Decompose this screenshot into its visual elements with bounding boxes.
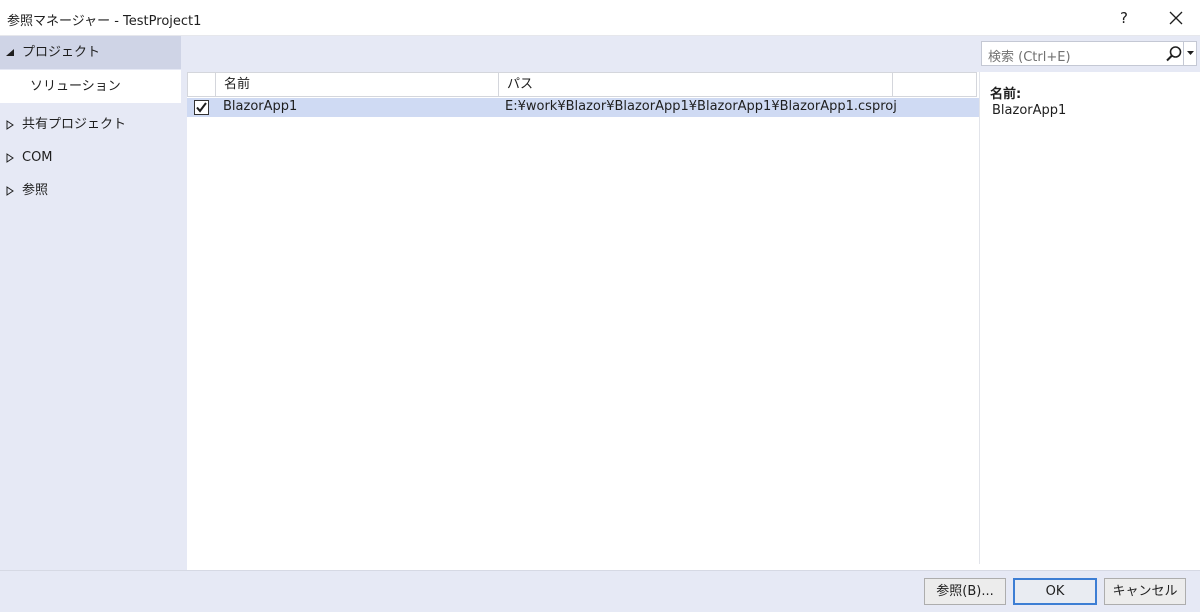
close-button[interactable] (1163, 4, 1189, 32)
reference-checkbox[interactable] (194, 100, 209, 115)
footer: 参照(B)... OK キャンセル (0, 570, 1200, 612)
column-header-path[interactable]: パス (499, 73, 893, 96)
reference-list: 名前 パス BlazorApp1 E:¥work¥Blazor¥BlazorAp… (187, 72, 979, 564)
search-input[interactable]: 検索 (Ctrl+E) (988, 46, 1071, 65)
sidebar-item-label: ソリューション (30, 79, 121, 94)
column-header-check[interactable] (188, 73, 216, 96)
sidebar-item-solution[interactable]: ソリューション (0, 70, 181, 103)
search-dropdown-button[interactable] (1183, 41, 1197, 66)
sidebar-item-label: 参照 (22, 183, 49, 198)
sidebar-item-projects[interactable]: プロジェクト (0, 36, 181, 69)
title-bar: 参照マネージャー - TestProject1 ? (0, 0, 1200, 36)
dropdown-arrow-icon (1187, 51, 1194, 55)
window-title: 参照マネージャー - TestProject1 (7, 14, 202, 29)
detail-name-value: BlazorApp1 (992, 103, 1067, 118)
help-button[interactable]: ? (1113, 4, 1135, 32)
column-header-name[interactable]: 名前 (216, 73, 499, 96)
sidebar-item-browse[interactable]: 参照 (0, 174, 181, 207)
browse-button[interactable]: 参照(B)... (924, 578, 1006, 605)
sidebar-item-com[interactable]: COM (0, 141, 181, 174)
detail-name-label: 名前: (990, 87, 1022, 102)
checkmark-icon (196, 102, 207, 113)
sidebar: プロジェクト ソリューション 共有プロジェクト COM 参照 (0, 36, 181, 570)
triangle-collapsed-icon[interactable] (5, 186, 15, 196)
triangle-expanded-icon[interactable] (5, 48, 15, 58)
row-path: E:¥work¥Blazor¥BlazorApp1¥BlazorApp1¥Bla… (505, 99, 897, 114)
cancel-button[interactable]: キャンセル (1104, 578, 1186, 605)
sidebar-item-label: COM (22, 150, 53, 165)
sidebar-item-label: プロジェクト (22, 45, 101, 60)
column-header-empty (893, 73, 976, 96)
triangle-collapsed-icon[interactable] (5, 153, 15, 163)
ok-button[interactable]: OK (1013, 578, 1097, 605)
list-header: 名前 パス (187, 72, 977, 97)
search-box[interactable]: 検索 (Ctrl+E) (981, 41, 1197, 66)
search-icon[interactable] (1165, 45, 1183, 63)
close-icon (1169, 11, 1183, 25)
row-name: BlazorApp1 (223, 99, 298, 114)
triangle-collapsed-icon[interactable] (5, 120, 15, 130)
sidebar-item-label: 共有プロジェクト (22, 117, 127, 132)
sidebar-item-shared-projects[interactable]: 共有プロジェクト (0, 108, 181, 141)
table-row[interactable]: BlazorApp1 E:¥work¥Blazor¥BlazorApp1¥Bla… (187, 98, 979, 117)
detail-pane: 名前: BlazorApp1 (979, 72, 1200, 564)
